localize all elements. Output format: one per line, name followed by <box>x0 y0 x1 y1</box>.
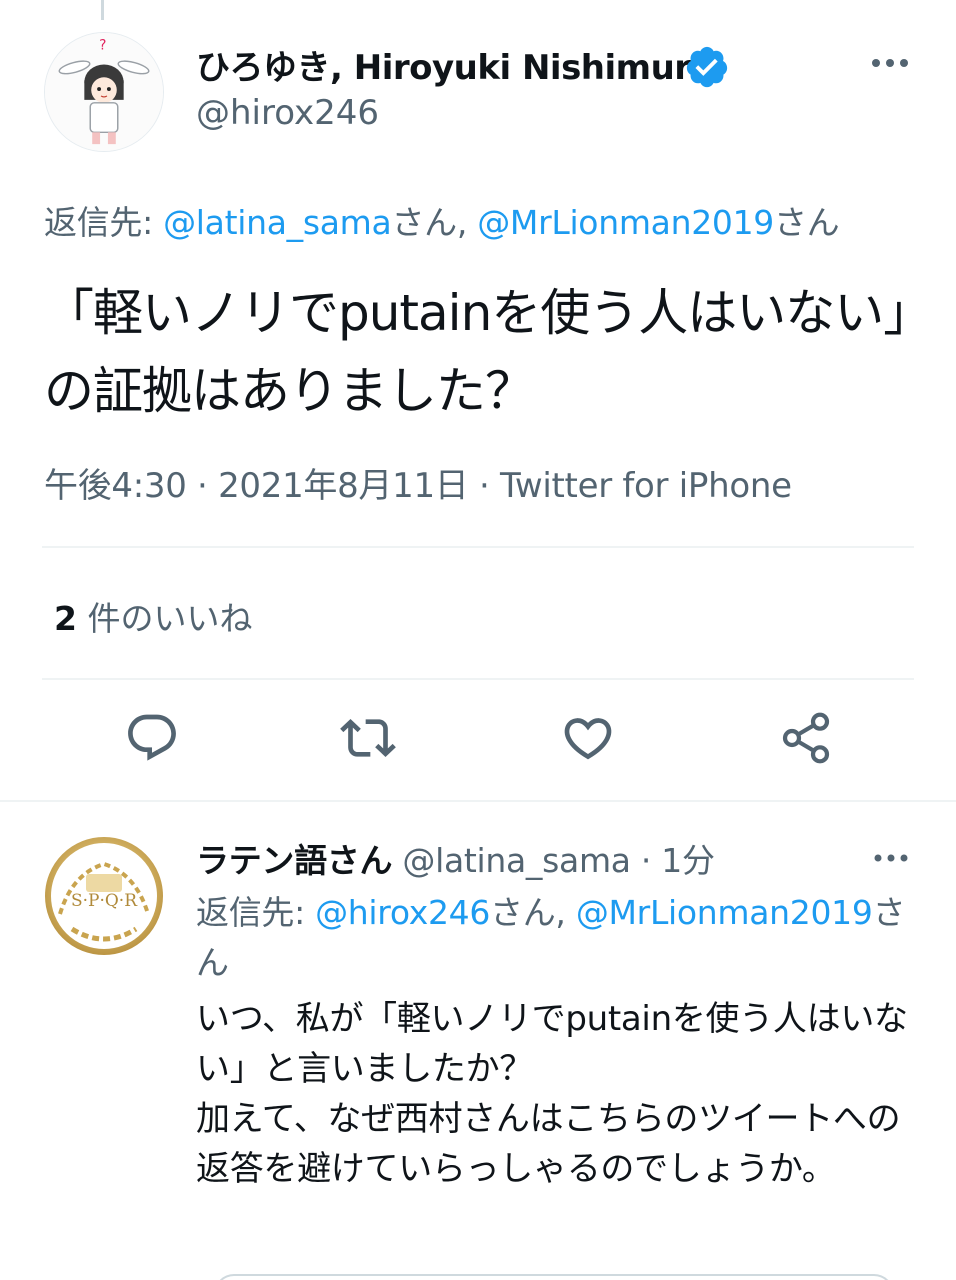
avatar[interactable]: S·P·Q·R <box>42 834 166 958</box>
reply-to-suffix: さん <box>773 203 840 242</box>
reply-tweet-text: いつ、私が「軽いノリでputainを使う人はいない」と言いましたか？ 加えて、な… <box>196 994 916 1194</box>
reply-to-line: 返信先: @latina_samaさん, @MrLionman2019さん <box>44 196 840 244</box>
reply-button[interactable] <box>124 710 180 766</box>
mention-link[interactable]: @MrLionman2019 <box>477 203 774 242</box>
quoted-card-edge[interactable] <box>214 1274 894 1280</box>
retweet-button[interactable] <box>340 710 396 766</box>
mention-link[interactable]: @hirox246 <box>315 893 490 932</box>
reply-to-prefix: 返信先: <box>44 203 164 242</box>
avatar-illustration: ? <box>45 33 163 151</box>
verified-badge-icon <box>686 46 728 88</box>
mention-link[interactable]: @MrLionman2019 <box>576 893 873 932</box>
spqr-emblem-avatar: S·P·Q·R <box>44 836 164 956</box>
reply-tweet-header: ラテン語さん @latina_sama · 1分 <box>196 834 715 882</box>
display-name[interactable]: ひろゆき, Hiroyuki Nishimura <box>196 40 714 89</box>
tweet-text: 「軽いノリでputainを使う人はいない」の証拠はありました？ <box>44 284 908 420</box>
heart-icon <box>564 718 612 760</box>
main-tweet-header: ? ひろゆき, Hiroyuki Nishimura @hirox246 <box>0 0 956 170</box>
reply-to-suffix: さん, <box>391 203 478 242</box>
likes-count: 2 <box>54 599 77 638</box>
share-button[interactable] <box>778 710 834 766</box>
handle-and-time[interactable]: @latina_sama · 1分 <box>392 841 715 880</box>
like-button[interactable] <box>560 710 616 766</box>
likes-count-link[interactable]: 2 件のいいね <box>54 592 252 640</box>
divider <box>42 546 914 548</box>
action-bar <box>0 710 956 770</box>
mention-link[interactable]: @latina_sama <box>163 203 392 242</box>
display-name[interactable]: ラテン語さん <box>196 841 393 880</box>
reply-to-suffix: さん, <box>490 893 576 932</box>
likes-label: 件のいいね <box>76 599 253 638</box>
handle[interactable]: @hirox246 <box>196 93 379 133</box>
reply-to-line: 返信先: @hirox246さん, @MrLionman2019さん <box>196 888 916 988</box>
tweet-timestamp[interactable]: 午後4:30 · 2021年8月11日 · Twitter for iPhone <box>44 458 792 507</box>
retweet-icon <box>340 719 396 757</box>
divider <box>0 800 956 802</box>
more-horizontal-icon[interactable] <box>872 846 910 870</box>
reply-icon <box>128 714 176 761</box>
svg-text:?: ? <box>99 38 106 54</box>
share-icon <box>782 712 830 764</box>
avatar[interactable]: ? <box>44 32 164 152</box>
more-horizontal-icon[interactable] <box>868 48 912 78</box>
reply-text-line: いつ、私が「軽いノリでputainを使う人はいない」と言いましたか？ <box>196 999 908 1089</box>
tweet-detail-page: ? ひろゆき, Hiroyuki Nishimura @hirox246 返信先… <box>0 0 956 1280</box>
divider <box>42 678 914 680</box>
avatar-text: S·P·Q·R <box>71 891 138 911</box>
reply-text-line: 加えて、なぜ西村さんはこちらのツイートへの返答を避けていらっしゃるのでしょうか。 <box>196 1099 901 1189</box>
reply-to-prefix: 返信先: <box>196 893 316 932</box>
